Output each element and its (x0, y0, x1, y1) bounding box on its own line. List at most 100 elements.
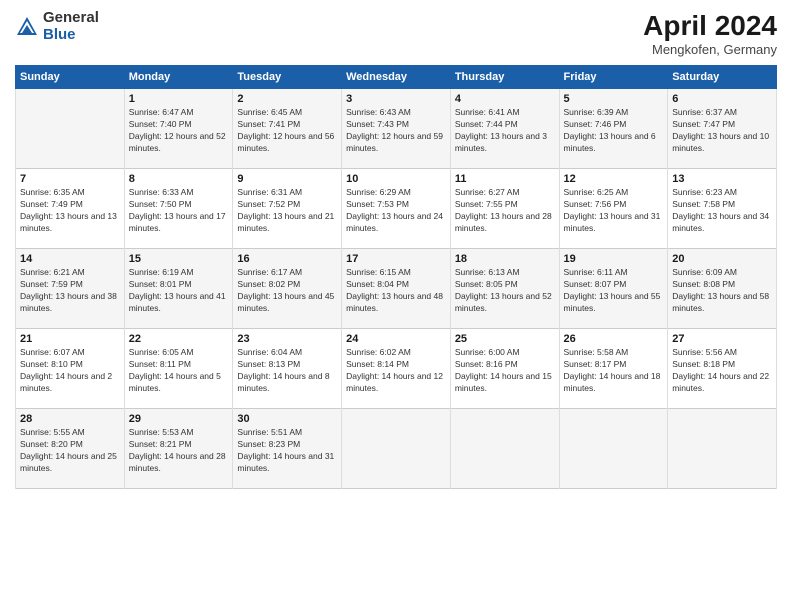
day-cell: 7 Sunrise: 6:35 AMSunset: 7:49 PMDayligh… (16, 169, 125, 249)
day-cell: 25 Sunrise: 6:00 AMSunset: 8:16 PMDaylig… (450, 329, 559, 409)
day-cell: 17 Sunrise: 6:15 AMSunset: 8:04 PMDaylig… (342, 249, 451, 329)
day-number: 24 (346, 333, 446, 345)
col-friday: Friday (559, 66, 668, 89)
header-row: Sunday Monday Tuesday Wednesday Thursday… (16, 66, 777, 89)
col-sunday: Sunday (16, 66, 125, 89)
day-cell: 10 Sunrise: 6:29 AMSunset: 7:53 PMDaylig… (342, 169, 451, 249)
day-cell: 28 Sunrise: 5:55 AMSunset: 8:20 PMDaylig… (16, 409, 125, 489)
day-info: Sunrise: 6:41 AMSunset: 7:44 PMDaylight:… (455, 107, 555, 155)
day-number: 5 (564, 93, 664, 105)
logo-blue-text: Blue (43, 27, 99, 44)
logo: General Blue (15, 10, 99, 43)
page: General Blue April 2024 Mengkofen, Germa… (0, 0, 792, 612)
day-cell: 15 Sunrise: 6:19 AMSunset: 8:01 PMDaylig… (124, 249, 233, 329)
title-block: April 2024 Mengkofen, Germany (643, 10, 777, 57)
day-cell: 2 Sunrise: 6:45 AMSunset: 7:41 PMDayligh… (233, 89, 342, 169)
day-number: 25 (455, 333, 555, 345)
logo-icon (15, 15, 39, 39)
day-info: Sunrise: 6:04 AMSunset: 8:13 PMDaylight:… (237, 347, 337, 395)
day-cell: 19 Sunrise: 6:11 AMSunset: 8:07 PMDaylig… (559, 249, 668, 329)
day-info: Sunrise: 5:56 AMSunset: 8:18 PMDaylight:… (672, 347, 772, 395)
col-wednesday: Wednesday (342, 66, 451, 89)
day-number: 27 (672, 333, 772, 345)
day-number: 18 (455, 253, 555, 265)
day-number: 29 (129, 413, 229, 425)
day-info: Sunrise: 6:39 AMSunset: 7:46 PMDaylight:… (564, 107, 664, 155)
day-info: Sunrise: 6:37 AMSunset: 7:47 PMDaylight:… (672, 107, 772, 155)
day-number: 17 (346, 253, 446, 265)
day-number: 30 (237, 413, 337, 425)
day-number: 4 (455, 93, 555, 105)
day-number: 14 (20, 253, 120, 265)
day-number: 6 (672, 93, 772, 105)
day-number: 12 (564, 173, 664, 185)
day-info: Sunrise: 5:53 AMSunset: 8:21 PMDaylight:… (129, 427, 229, 475)
day-number: 3 (346, 93, 446, 105)
day-cell: 30 Sunrise: 5:51 AMSunset: 8:23 PMDaylig… (233, 409, 342, 489)
day-cell: 12 Sunrise: 6:25 AMSunset: 7:56 PMDaylig… (559, 169, 668, 249)
day-number: 19 (564, 253, 664, 265)
day-info: Sunrise: 6:15 AMSunset: 8:04 PMDaylight:… (346, 267, 446, 315)
day-number: 2 (237, 93, 337, 105)
day-info: Sunrise: 6:02 AMSunset: 8:14 PMDaylight:… (346, 347, 446, 395)
col-saturday: Saturday (668, 66, 777, 89)
day-cell: 14 Sunrise: 6:21 AMSunset: 7:59 PMDaylig… (16, 249, 125, 329)
day-cell: 27 Sunrise: 5:56 AMSunset: 8:18 PMDaylig… (668, 329, 777, 409)
day-number: 16 (237, 253, 337, 265)
day-info: Sunrise: 6:11 AMSunset: 8:07 PMDaylight:… (564, 267, 664, 315)
day-info: Sunrise: 6:23 AMSunset: 7:58 PMDaylight:… (672, 187, 772, 235)
logo-general-text: General (43, 10, 99, 27)
day-number: 26 (564, 333, 664, 345)
day-number: 15 (129, 253, 229, 265)
day-number: 7 (20, 173, 120, 185)
day-cell: 9 Sunrise: 6:31 AMSunset: 7:52 PMDayligh… (233, 169, 342, 249)
day-number: 8 (129, 173, 229, 185)
day-number: 9 (237, 173, 337, 185)
day-cell (668, 409, 777, 489)
day-number: 11 (455, 173, 555, 185)
week-row-2: 7 Sunrise: 6:35 AMSunset: 7:49 PMDayligh… (16, 169, 777, 249)
day-cell: 6 Sunrise: 6:37 AMSunset: 7:47 PMDayligh… (668, 89, 777, 169)
day-info: Sunrise: 6:07 AMSunset: 8:10 PMDaylight:… (20, 347, 120, 395)
week-row-1: 1 Sunrise: 6:47 AMSunset: 7:40 PMDayligh… (16, 89, 777, 169)
day-cell: 11 Sunrise: 6:27 AMSunset: 7:55 PMDaylig… (450, 169, 559, 249)
col-tuesday: Tuesday (233, 66, 342, 89)
day-info: Sunrise: 6:05 AMSunset: 8:11 PMDaylight:… (129, 347, 229, 395)
day-number: 13 (672, 173, 772, 185)
day-number: 21 (20, 333, 120, 345)
day-cell: 18 Sunrise: 6:13 AMSunset: 8:05 PMDaylig… (450, 249, 559, 329)
day-info: Sunrise: 6:31 AMSunset: 7:52 PMDaylight:… (237, 187, 337, 235)
day-info: Sunrise: 6:21 AMSunset: 7:59 PMDaylight:… (20, 267, 120, 315)
day-info: Sunrise: 6:00 AMSunset: 8:16 PMDaylight:… (455, 347, 555, 395)
day-info: Sunrise: 5:55 AMSunset: 8:20 PMDaylight:… (20, 427, 120, 475)
location-subtitle: Mengkofen, Germany (643, 42, 777, 57)
day-cell: 22 Sunrise: 6:05 AMSunset: 8:11 PMDaylig… (124, 329, 233, 409)
day-info: Sunrise: 6:45 AMSunset: 7:41 PMDaylight:… (237, 107, 337, 155)
day-number: 22 (129, 333, 229, 345)
day-info: Sunrise: 6:27 AMSunset: 7:55 PMDaylight:… (455, 187, 555, 235)
day-info: Sunrise: 6:25 AMSunset: 7:56 PMDaylight:… (564, 187, 664, 235)
day-info: Sunrise: 6:43 AMSunset: 7:43 PMDaylight:… (346, 107, 446, 155)
day-cell: 1 Sunrise: 6:47 AMSunset: 7:40 PMDayligh… (124, 89, 233, 169)
col-thursday: Thursday (450, 66, 559, 89)
day-number: 23 (237, 333, 337, 345)
calendar-table: Sunday Monday Tuesday Wednesday Thursday… (15, 65, 777, 489)
day-cell (450, 409, 559, 489)
day-number: 20 (672, 253, 772, 265)
day-cell: 13 Sunrise: 6:23 AMSunset: 7:58 PMDaylig… (668, 169, 777, 249)
month-title: April 2024 (643, 10, 777, 42)
day-cell (559, 409, 668, 489)
day-info: Sunrise: 6:19 AMSunset: 8:01 PMDaylight:… (129, 267, 229, 315)
day-cell: 24 Sunrise: 6:02 AMSunset: 8:14 PMDaylig… (342, 329, 451, 409)
day-cell: 21 Sunrise: 6:07 AMSunset: 8:10 PMDaylig… (16, 329, 125, 409)
day-info: Sunrise: 6:35 AMSunset: 7:49 PMDaylight:… (20, 187, 120, 235)
day-number: 10 (346, 173, 446, 185)
day-cell: 5 Sunrise: 6:39 AMSunset: 7:46 PMDayligh… (559, 89, 668, 169)
day-cell (342, 409, 451, 489)
day-cell: 26 Sunrise: 5:58 AMSunset: 8:17 PMDaylig… (559, 329, 668, 409)
day-info: Sunrise: 6:17 AMSunset: 8:02 PMDaylight:… (237, 267, 337, 315)
day-info: Sunrise: 5:58 AMSunset: 8:17 PMDaylight:… (564, 347, 664, 395)
day-cell: 8 Sunrise: 6:33 AMSunset: 7:50 PMDayligh… (124, 169, 233, 249)
day-info: Sunrise: 5:51 AMSunset: 8:23 PMDaylight:… (237, 427, 337, 475)
day-cell: 20 Sunrise: 6:09 AMSunset: 8:08 PMDaylig… (668, 249, 777, 329)
